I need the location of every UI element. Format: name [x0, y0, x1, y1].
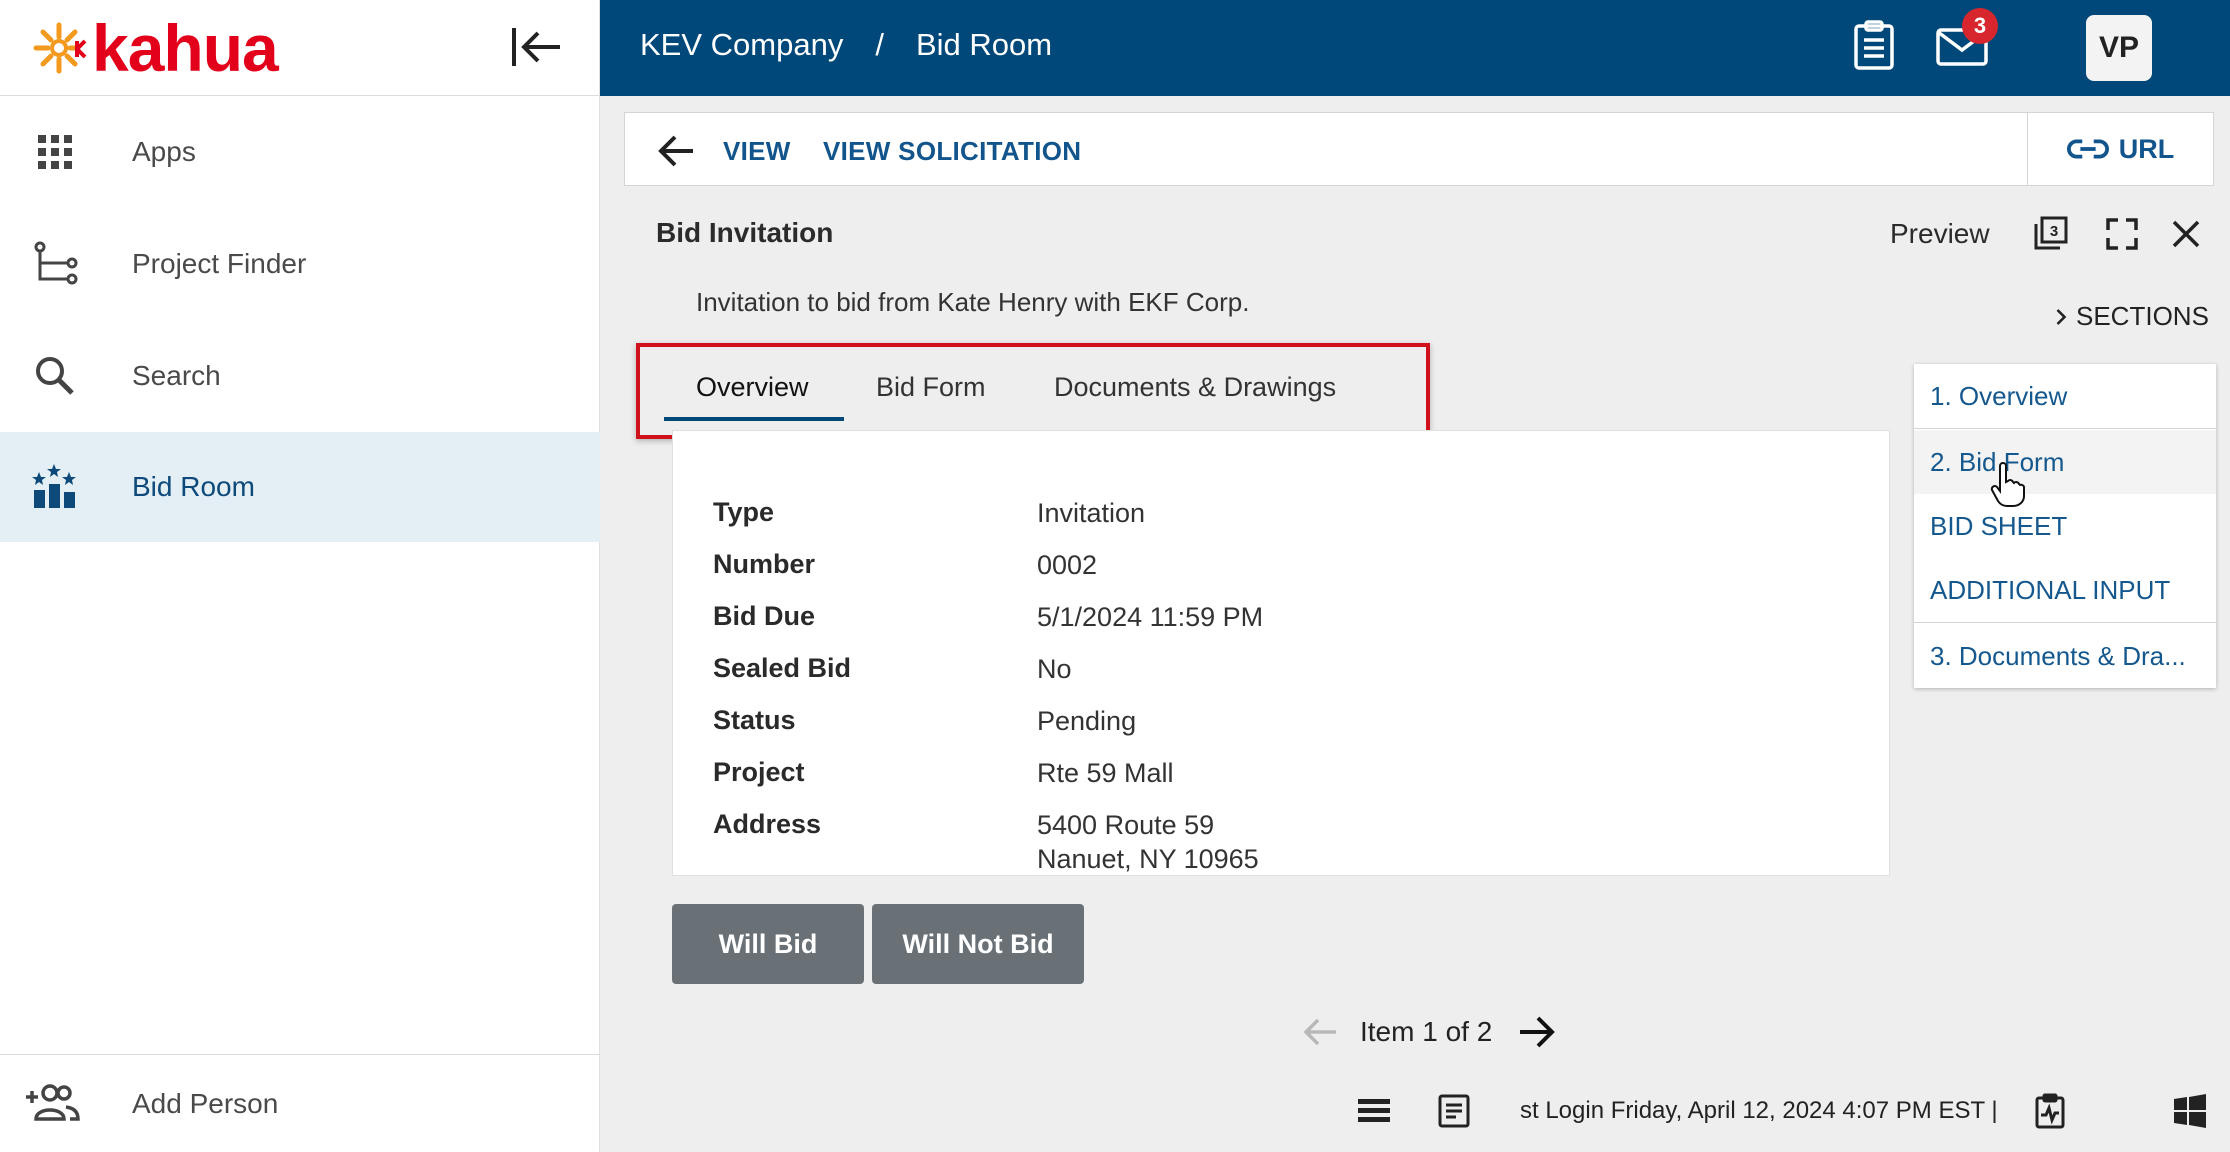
section-divider [1914, 428, 2216, 429]
section-bid-sheet[interactable]: BID SHEET [1930, 511, 2067, 542]
detail-value-line2: Nanuet, NY 10965 [1037, 844, 1259, 874]
will-not-bid-button[interactable]: Will Not Bid [872, 904, 1084, 984]
detail-value: Invitation [1037, 498, 1146, 528]
detail-label: Project [713, 757, 805, 787]
detail-value: Pending [1037, 706, 1137, 736]
link-icon [2066, 139, 2109, 159]
active-tab-indicator [664, 417, 844, 421]
view-solicitation-link[interactable]: VIEW SOLICITATION [823, 136, 1081, 167]
tab-bid-form[interactable]: Bid Form [876, 372, 986, 403]
hand-cursor-icon [1990, 462, 2025, 507]
last-login-text: st Login Friday, April 12, 2024 4:07 PM … [1520, 1097, 1998, 1124]
detail-value: 0002 [1037, 550, 1098, 580]
details-card: Type Invitation Number 0002 Bid Due 5/1/… [672, 430, 1890, 876]
section-additional-input[interactable]: ADDITIONAL INPUT [1930, 575, 2170, 606]
kahua-logo-icon [33, 22, 87, 74]
add-person-button[interactable]: Add Person [0, 1055, 600, 1152]
chevron-right-icon [2056, 308, 2067, 325]
panel-subtitle: Invitation to bid from Kate Henry with E… [696, 287, 1250, 317]
project-tree-icon [34, 241, 78, 285]
sidebar-item-label: Bid Room [132, 471, 255, 502]
close-icon[interactable] [2166, 214, 2206, 254]
detail-value: No [1037, 654, 1072, 684]
sidebar-footer: Add Person [0, 1054, 600, 1152]
brand-name: kahua [92, 11, 279, 85]
search-icon [36, 357, 74, 395]
stacked-pages-icon[interactable]: 3 [2030, 214, 2070, 254]
tab-documents-drawings[interactable]: Documents & Drawings [1054, 372, 1336, 403]
apps-grid-icon [38, 135, 72, 169]
avatar[interactable]: VP [2086, 15, 2152, 81]
svg-text:3: 3 [2050, 223, 2058, 240]
sections-toggle[interactable]: SECTIONS [2054, 301, 2209, 332]
detail-label: Number [713, 549, 816, 579]
top-header: KEV Company / Bid Room 3 VP [600, 0, 2230, 96]
detail-value: 5400 Route 59 [1037, 810, 1215, 840]
sidebar: kahua Apps Project Finder Search Bid Roo… [0, 0, 600, 1152]
sidebar-item-label: Add Person [132, 1088, 279, 1119]
sidebar-item-apps[interactable]: Apps [0, 97, 600, 207]
breadcrumb: KEV Company / Bid Room [640, 27, 1052, 63]
breadcrumb-company[interactable]: KEV Company [640, 27, 843, 63]
will-bid-button[interactable]: Will Bid [672, 904, 864, 984]
section-overview[interactable]: 1. Overview [1930, 381, 2067, 412]
preview-button[interactable]: Preview [1890, 218, 1990, 250]
next-item-icon[interactable] [1514, 1010, 1558, 1054]
fullscreen-icon[interactable] [2102, 214, 2142, 254]
breadcrumb-separator: / [875, 27, 884, 62]
detail-label: Sealed Bid [713, 653, 852, 683]
sidebar-item-project-finder[interactable]: Project Finder [0, 209, 600, 319]
view-link[interactable]: VIEW [723, 136, 791, 167]
command-bar: VIEW VIEW SOLICITATION URL [624, 112, 2214, 186]
sidebar-item-label: Search [132, 360, 221, 391]
detail-value: Rte 59 Mall [1037, 758, 1174, 788]
document-lines-icon[interactable] [1436, 1093, 1472, 1129]
url-label: URL [2118, 133, 2175, 164]
clipboard-pulse-icon[interactable] [2032, 1093, 2068, 1129]
detail-label: Address [713, 809, 822, 839]
breadcrumb-bid-room[interactable]: Bid Room [916, 27, 1052, 63]
panel-title: Bid Invitation [656, 217, 834, 248]
add-person-icon [26, 1084, 80, 1121]
previous-item-icon [1300, 1012, 1340, 1052]
detail-label: Bid Due [713, 601, 816, 631]
url-button[interactable]: URL [2027, 113, 2213, 185]
section-divider [1914, 622, 2216, 623]
clipboard-icon[interactable] [1846, 18, 1902, 74]
sidebar-item-bid-room[interactable]: Bid Room [0, 432, 600, 542]
bid-room-icon [32, 464, 76, 508]
collapse-sidebar-icon[interactable] [508, 22, 564, 72]
sidebar-item-label: Apps [132, 136, 196, 167]
sections-panel: 1. Overview 2. Bid Form BID SHEET ADDITI… [1914, 364, 2216, 688]
sidebar-item-label: Project Finder [132, 248, 307, 279]
menu-lines-icon[interactable] [1356, 1093, 1392, 1129]
mail-badge: 3 [1962, 8, 1998, 44]
sidebar-item-search[interactable]: Search [0, 321, 600, 431]
section-documents-drawings[interactable]: 3. Documents & Dra... [1930, 641, 2186, 672]
detail-label: Status [713, 705, 796, 735]
detail-label: Type [713, 497, 775, 527]
pager-text: Item 1 of 2 [1360, 1016, 1493, 1047]
kahua-logo[interactable]: kahua [30, 11, 279, 85]
detail-value: 5/1/2024 11:59 PM [1037, 602, 1264, 632]
sections-label: SECTIONS [2076, 301, 2209, 331]
back-arrow-icon[interactable] [655, 129, 699, 173]
tab-overview[interactable]: Overview [696, 372, 809, 403]
logo-bar: kahua [0, 0, 599, 96]
windows-icon[interactable] [2172, 1093, 2208, 1129]
